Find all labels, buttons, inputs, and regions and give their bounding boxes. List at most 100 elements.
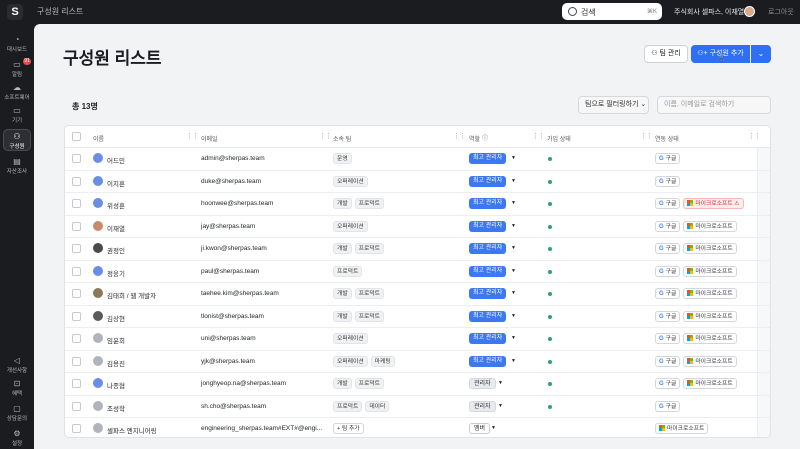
- column-resize-handle[interactable]: ⋮⋮: [453, 132, 466, 140]
- google-icon: G: [659, 358, 664, 365]
- table-row[interactable]: 어드민 admin@sherpas.team 운영 최고 관리자 ▼ G 구글: [65, 148, 770, 171]
- sidebar-item[interactable]: ⚇ 구성원: [3, 129, 31, 151]
- role-dropdown[interactable]: 관리자: [469, 400, 496, 412]
- link-label: 마이크로소프트: [695, 223, 733, 230]
- member-name: 김용진: [107, 360, 125, 368]
- row-checkbox[interactable]: [72, 379, 81, 388]
- member-search-input[interactable]: 이름, 이메일로 검색하기: [657, 96, 771, 114]
- table-row[interactable]: 김용진 yjk@sherpas.team 오퍼레이션 마케팅 최고 관리자 ▼ G 구글 마이크…: [65, 351, 770, 373]
- sidebar-item[interactable]: ▤ 자산조사: [3, 155, 31, 177]
- table-row[interactable]: 권정인 ji.kwon@sherpas.team 개발 프로덕트 최고 관리자 ▼ G 구글 마…: [65, 238, 770, 261]
- row-checkbox[interactable]: [72, 266, 81, 276]
- caret-down-icon[interactable]: ▼: [511, 335, 516, 341]
- caret-down-icon[interactable]: ▼: [491, 425, 496, 431]
- table-row[interactable]: 이재열 jay@sherpas.team 오퍼레이션 최고 관리자 ▼ G 구글 마이크로소프…: [65, 216, 770, 238]
- member-email: tlonist@sherpas.team: [201, 312, 264, 320]
- caret-down-icon[interactable]: ▼: [511, 358, 516, 364]
- user-avatar[interactable]: [744, 6, 755, 17]
- select-all-checkbox[interactable]: [72, 132, 81, 141]
- role-dropdown[interactable]: 최고 관리자: [469, 265, 507, 277]
- row-checkbox[interactable]: [72, 154, 81, 163]
- global-search-button[interactable]: 검색 ⌘K: [562, 3, 662, 20]
- caret-down-icon[interactable]: ▼: [511, 200, 516, 206]
- sidebar-item[interactable]: ◔ 대시보드: [3, 33, 31, 55]
- row-checkbox[interactable]: [72, 424, 81, 433]
- table-row[interactable]: 김상현 tlonist@sherpas.team 개발 프로덕트 최고 관리자 ▼ G 구글 마…: [65, 306, 770, 328]
- sidebar-item[interactable]: ☁ 소프트웨어: [3, 81, 31, 103]
- role-dropdown[interactable]: 최고 관리자: [469, 198, 507, 209]
- caret-down-icon[interactable]: ▼: [511, 178, 516, 184]
- sidebar-item[interactable]: ▭ 알림 91: [3, 58, 31, 80]
- row-checkbox[interactable]: [72, 176, 81, 186]
- sidebar-item[interactable]: ⊡ 혜택: [3, 377, 31, 399]
- row-checkbox[interactable]: [72, 356, 81, 366]
- caret-down-icon[interactable]: ▼: [511, 268, 516, 274]
- role-dropdown[interactable]: 최고 관리자: [469, 288, 507, 299]
- table-row[interactable]: 이지훈 duke@sherpas.team 오퍼레이션 최고 관리자 ▼ G 구글: [65, 171, 770, 193]
- table-row[interactable]: 나종협 jonghyeop.na@sherpas.team 개발 프로덕트 관리자 ▼ G 구…: [65, 373, 770, 396]
- google-link-tag: G 구글: [655, 378, 681, 389]
- google-link-tag: G 구글: [655, 198, 681, 209]
- role-dropdown[interactable]: 최고 관리자: [469, 243, 507, 254]
- role-dropdown[interactable]: 최고 관리자: [469, 175, 507, 187]
- app-logo[interactable]: S: [7, 4, 23, 20]
- table-row[interactable]: 위성훈 hoonwee@sherpas.team 개발 프로덕트 최고 관리자 ▼ G 구글 마…: [65, 193, 770, 216]
- team-manage-button[interactable]: ⚇ 팀 관리: [644, 45, 688, 63]
- table-row[interactable]: 셀파스 엔지니어링 engineering_sherpas.team#EXT#@e…: [65, 418, 770, 437]
- sidebar-item[interactable]: ⚙ 설정: [3, 427, 31, 449]
- team-filter-dropdown[interactable]: 팀으로 필터링하기 ⌄: [578, 96, 649, 114]
- table-row[interactable]: 정웅기 paul@sherpas.team 프로덕트 최고 관리자 ▼ G 구글 마이크로소프…: [65, 261, 770, 283]
- link-tags: 마이크로소프트: [655, 423, 711, 435]
- link-tags: G 구글: [655, 175, 683, 188]
- row-checkbox[interactable]: [72, 289, 81, 298]
- column-resize-handle[interactable]: ⋮⋮: [640, 132, 653, 140]
- table-row[interactable]: 임윤희 uni@sherpas.team 오퍼레이션 최고 관리자 ▼ G 구글 마이크로소프…: [65, 328, 770, 351]
- caret-down-icon[interactable]: ▼: [511, 223, 516, 229]
- role-dropdown[interactable]: 최고 관리자: [469, 310, 507, 322]
- role-dropdown[interactable]: 멤버: [469, 423, 491, 434]
- sidebar-item[interactable]: ▢ 상담문의: [3, 402, 31, 424]
- add-team-button[interactable]: + 팀 추가: [333, 423, 364, 434]
- caret-down-icon[interactable]: ▼: [498, 380, 503, 386]
- caret-down-icon[interactable]: ▼: [511, 313, 516, 319]
- row-checkbox[interactable]: [72, 244, 81, 253]
- column-resize-handle[interactable]: ⋮⋮: [319, 132, 332, 140]
- row-checkbox[interactable]: [72, 221, 81, 231]
- google-icon: G: [659, 223, 664, 230]
- team-tag: 마케팅: [370, 355, 395, 367]
- caret-down-icon[interactable]: ▼: [511, 245, 516, 251]
- column-resize-handle[interactable]: ⋮⋮: [186, 132, 199, 140]
- caret-down-icon[interactable]: ▼: [511, 290, 516, 296]
- caret-down-icon[interactable]: ▼: [498, 403, 503, 409]
- table-row[interactable]: 김태희 / 웹 개발자 taehee.kim@sherpas.team 개발 프로덕트…: [65, 283, 770, 306]
- role-dropdown[interactable]: 최고 관리자: [469, 153, 507, 164]
- column-resize-handle[interactable]: ⋮⋮: [532, 132, 545, 140]
- google-link-tag: G 구글: [655, 288, 681, 299]
- member-email: jonghyeop.na@sherpas.team: [201, 380, 287, 387]
- row-checkbox[interactable]: [72, 199, 81, 208]
- role-dropdown[interactable]: 최고 관리자: [469, 333, 507, 344]
- row-checkbox[interactable]: [72, 401, 81, 411]
- table-header: 이름 ⋮⋮ 이메일 ⋮⋮ 소속 팀 ⋮⋮ 역할 ⓘ ⋮⋮ 가입 상태 ⋮⋮ 연동…: [65, 126, 770, 148]
- add-member-dropdown-button[interactable]: ⌄: [751, 45, 771, 63]
- member-name: 셀파스 엔지니어링: [107, 428, 157, 435]
- logout-link[interactable]: 로그아웃: [768, 7, 794, 17]
- row-checkbox[interactable]: [72, 334, 81, 343]
- link-label: 구글: [665, 336, 677, 342]
- role-dropdown[interactable]: 최고 관리자: [469, 220, 507, 232]
- row-checkbox[interactable]: [72, 311, 81, 321]
- google-icon: G: [659, 246, 664, 252]
- column-header-email: 이메일: [201, 137, 218, 143]
- microsoft-icon: [659, 425, 665, 431]
- sidebar-item[interactable]: ▭ 기기: [3, 104, 31, 126]
- role-dropdown[interactable]: 관리자: [469, 378, 496, 389]
- sidebar-item[interactable]: ◁ 개선사항: [3, 354, 31, 376]
- caret-down-icon[interactable]: ▼: [511, 155, 516, 161]
- avatar: [93, 423, 103, 433]
- google-icon: G: [659, 313, 664, 320]
- role-dropdown[interactable]: 최고 관리자: [469, 355, 507, 367]
- member-name: 위성훈: [107, 203, 125, 210]
- column-resize-handle[interactable]: ⋮⋮: [748, 132, 761, 140]
- info-icon[interactable]: ⓘ: [482, 133, 488, 142]
- table-row[interactable]: 조성학 sh.cho@sherpas.team 프로덕트 데이터 관리자 ▼ G 구글: [65, 396, 770, 418]
